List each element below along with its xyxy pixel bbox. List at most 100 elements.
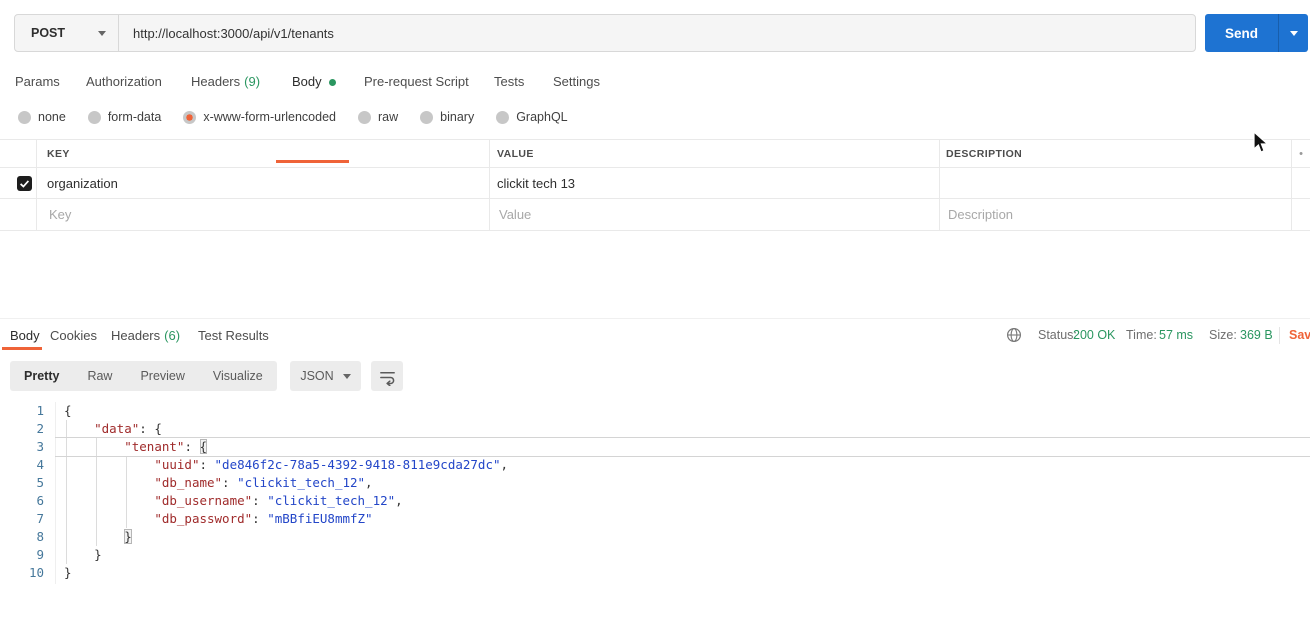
key-header-label: KEY	[47, 147, 70, 160]
select-all-cell	[0, 140, 37, 167]
tab-settings[interactable]: Settings	[553, 62, 600, 101]
radio-icon	[420, 110, 434, 124]
tab-headers[interactable]: Headers (9)	[191, 62, 260, 101]
new-row-checkbox-cell	[0, 199, 37, 230]
size-value: 369 B	[1240, 328, 1273, 342]
tab-authorization[interactable]: Authorization	[86, 62, 162, 101]
time-label: Time:	[1126, 328, 1157, 342]
body-mode-raw[interactable]: raw	[358, 110, 398, 124]
line-number: 5	[36, 475, 44, 490]
send-options-button[interactable]	[1278, 14, 1308, 52]
more-options-dot-icon: •	[1299, 147, 1303, 160]
radio-icon	[358, 110, 371, 124]
value-column-header: VALUE	[490, 140, 940, 167]
line-number: 3	[36, 439, 44, 454]
new-key-cell	[37, 199, 490, 230]
body-mode-label: binary	[440, 110, 475, 124]
body-mode-label: x-www-form-urlencoded	[203, 110, 336, 124]
response-body-viewer[interactable]: 1 2 3 4 5 6 7 8 9 10 { "data": { "tenant": { "uui…	[0, 402, 1310, 597]
radio-selected-icon	[183, 110, 197, 124]
radio-icon	[87, 110, 101, 124]
value-header-label: VALUE	[497, 147, 534, 160]
view-tab-raw[interactable]: Raw	[73, 361, 126, 391]
status-label: Status:	[1038, 328, 1077, 342]
body-mode-label: raw	[378, 110, 399, 124]
code-line: "uuid": "de846f2c-78a5-4392-9418-811e9cd…	[154, 457, 509, 472]
chevron-down-icon	[1289, 30, 1298, 36]
view-tab-visualize[interactable]: Visualize	[199, 361, 277, 391]
response-view-switcher: Pretty Raw Preview Visualize	[10, 361, 277, 391]
format-label: JSON	[300, 369, 334, 383]
body-mode-x-www-form-urlencoded[interactable]: x-www-form-urlencoded	[183, 110, 336, 124]
body-mode-graphql[interactable]: GraphQL	[496, 110, 568, 124]
new-description-input[interactable]	[946, 206, 1274, 223]
key-cell[interactable]: organization	[37, 168, 490, 198]
status-value: 200 OK	[1073, 328, 1116, 342]
wrap-text-button[interactable]	[371, 361, 403, 391]
method-dropdown[interactable]: POST	[15, 15, 119, 51]
value-cell[interactable]: clickit tech 13	[490, 168, 940, 198]
request-url-bar: POST	[14, 14, 1196, 52]
tab-body[interactable]: Body	[292, 62, 336, 101]
format-dropdown[interactable]: JSON	[290, 361, 361, 391]
chevron-down-icon	[98, 30, 106, 36]
line-number: 2	[36, 421, 44, 436]
body-mode-none[interactable]: none	[18, 110, 66, 124]
description-column-header: DESCRIPTION	[940, 140, 1292, 167]
mouse-cursor-icon	[1253, 131, 1270, 153]
row-checkbox-cell	[0, 168, 37, 198]
url-input[interactable]	[119, 15, 1195, 51]
code-line: "db_username": "clickit_tech_12",	[154, 493, 403, 508]
body-mode-label: form-data	[107, 110, 162, 124]
urlencoded-params-table: KEY VALUE DESCRIPTION • organization cli…	[0, 139, 1310, 231]
save-response-button[interactable]: Sav	[1289, 326, 1310, 345]
wrap-text-icon	[379, 371, 395, 386]
size-label: Size:	[1209, 328, 1237, 342]
body-mode-label: GraphQL	[516, 110, 568, 124]
request-tabs: Params Authorization Headers (9) Body Pre…	[0, 62, 1310, 163]
code-line: "db_name": "clickit_tech_12",	[154, 475, 373, 490]
response-section-divider	[0, 318, 1310, 319]
code-line: "data": {	[94, 421, 162, 436]
radio-icon	[18, 110, 31, 124]
new-row-options-cell	[1292, 199, 1310, 230]
tab-tests[interactable]: Tests	[494, 62, 524, 101]
meta-divider	[1279, 327, 1280, 344]
globe-icon[interactable]	[1006, 327, 1022, 349]
check-icon	[20, 179, 30, 188]
line-number: 6	[36, 493, 44, 508]
code-line: }	[64, 565, 72, 580]
send-button[interactable]: Send	[1205, 14, 1278, 52]
code-lines: { "data": { "tenant": { "uuid": "de846f2…	[55, 402, 1310, 582]
table-new-row	[0, 199, 1310, 231]
new-value-input[interactable]	[497, 206, 917, 223]
table-row: organization clickit tech 13	[0, 168, 1310, 199]
view-tab-preview[interactable]: Preview	[126, 361, 198, 391]
description-header-label: DESCRIPTION	[946, 147, 1023, 160]
send-button-group: Send	[1205, 14, 1308, 52]
row-checkbox[interactable]	[17, 175, 32, 191]
headers-count-badge: (9)	[244, 74, 261, 89]
tab-headers-label: Headers	[191, 74, 241, 89]
new-description-cell	[940, 199, 1292, 230]
tab-body-label: Body	[292, 74, 322, 89]
view-tab-pretty[interactable]: Pretty	[10, 361, 73, 391]
table-options-cell[interactable]: •	[1292, 140, 1310, 167]
key-cell-text: organization	[47, 175, 118, 191]
tab-params[interactable]: Params	[15, 62, 60, 101]
code-line: "db_password": "mBBfiEU8mmfZ"	[154, 511, 373, 526]
time-value: 57 ms	[1159, 328, 1194, 342]
new-key-input[interactable]	[47, 206, 467, 223]
response-meta-bar: Status: 200 OK Time: 57 ms Size: 369 B S…	[0, 326, 1310, 346]
body-mode-binary[interactable]: binary	[420, 110, 474, 124]
chevron-down-icon	[342, 373, 351, 379]
tab-pre-request-script[interactable]: Pre-request Script	[364, 62, 469, 101]
radio-icon	[496, 110, 510, 124]
new-value-cell	[490, 199, 940, 230]
description-cell[interactable]	[940, 168, 1292, 198]
code-line: }	[124, 529, 132, 544]
body-mode-label: none	[38, 110, 66, 124]
method-label: POST	[31, 26, 66, 40]
body-mode-form-data[interactable]: form-data	[87, 110, 162, 124]
line-number: 10	[28, 565, 44, 580]
